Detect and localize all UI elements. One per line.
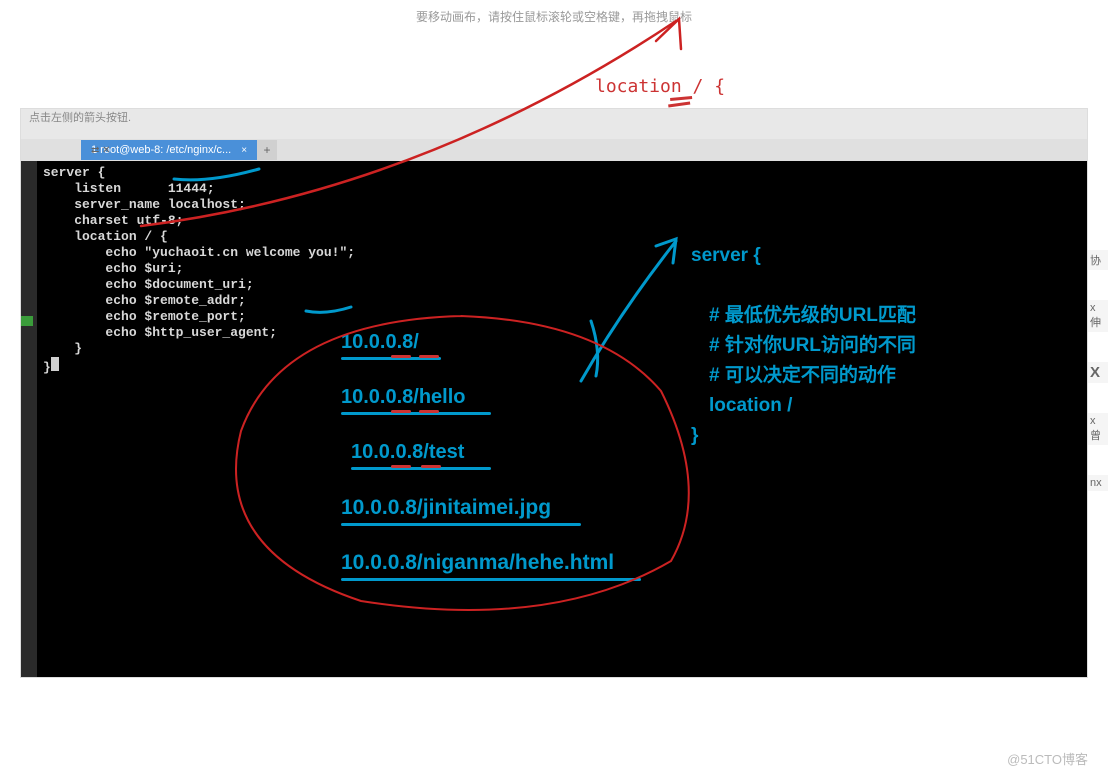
screenshot-panel: 点击左侧的箭头按钮. ⇄ ✕ 1 root@web-8: /etc/nginx/…	[20, 108, 1088, 678]
tab-bar-controls[interactable]: ⇄ ✕	[91, 145, 111, 156]
right-sidebar-fragments: 协 x伸 X x曾 nx	[1088, 250, 1108, 521]
red-circle-icon	[201, 311, 721, 621]
red-arrow-icon	[121, 11, 721, 331]
watermark: @51CTO博客	[1007, 749, 1088, 768]
cursor-icon	[51, 357, 59, 371]
server-location: location /	[709, 391, 916, 421]
fragment: x伸	[1088, 300, 1108, 332]
server-open: server {	[691, 241, 916, 271]
fragment: X	[1088, 362, 1108, 383]
server-close: }	[691, 421, 916, 451]
terminal-gutter	[21, 161, 37, 677]
fragment: x曾	[1088, 413, 1108, 445]
gutter-marker-icon	[21, 316, 33, 326]
server-comment-3: # 可以决定不同的动作	[709, 361, 916, 391]
fragment: nx	[1088, 475, 1108, 491]
server-annotation-block: server { # 最低优先级的URL匹配 # 针对你URL访问的不同 # 可…	[691, 241, 916, 451]
fragment: 协	[1088, 250, 1108, 270]
server-comment-2: # 针对你URL访问的不同	[709, 331, 916, 361]
terminal-area[interactable]: server { listen 11444; server_name local…	[21, 161, 1087, 677]
server-comment-1: # 最低优先级的URL匹配	[709, 301, 916, 331]
